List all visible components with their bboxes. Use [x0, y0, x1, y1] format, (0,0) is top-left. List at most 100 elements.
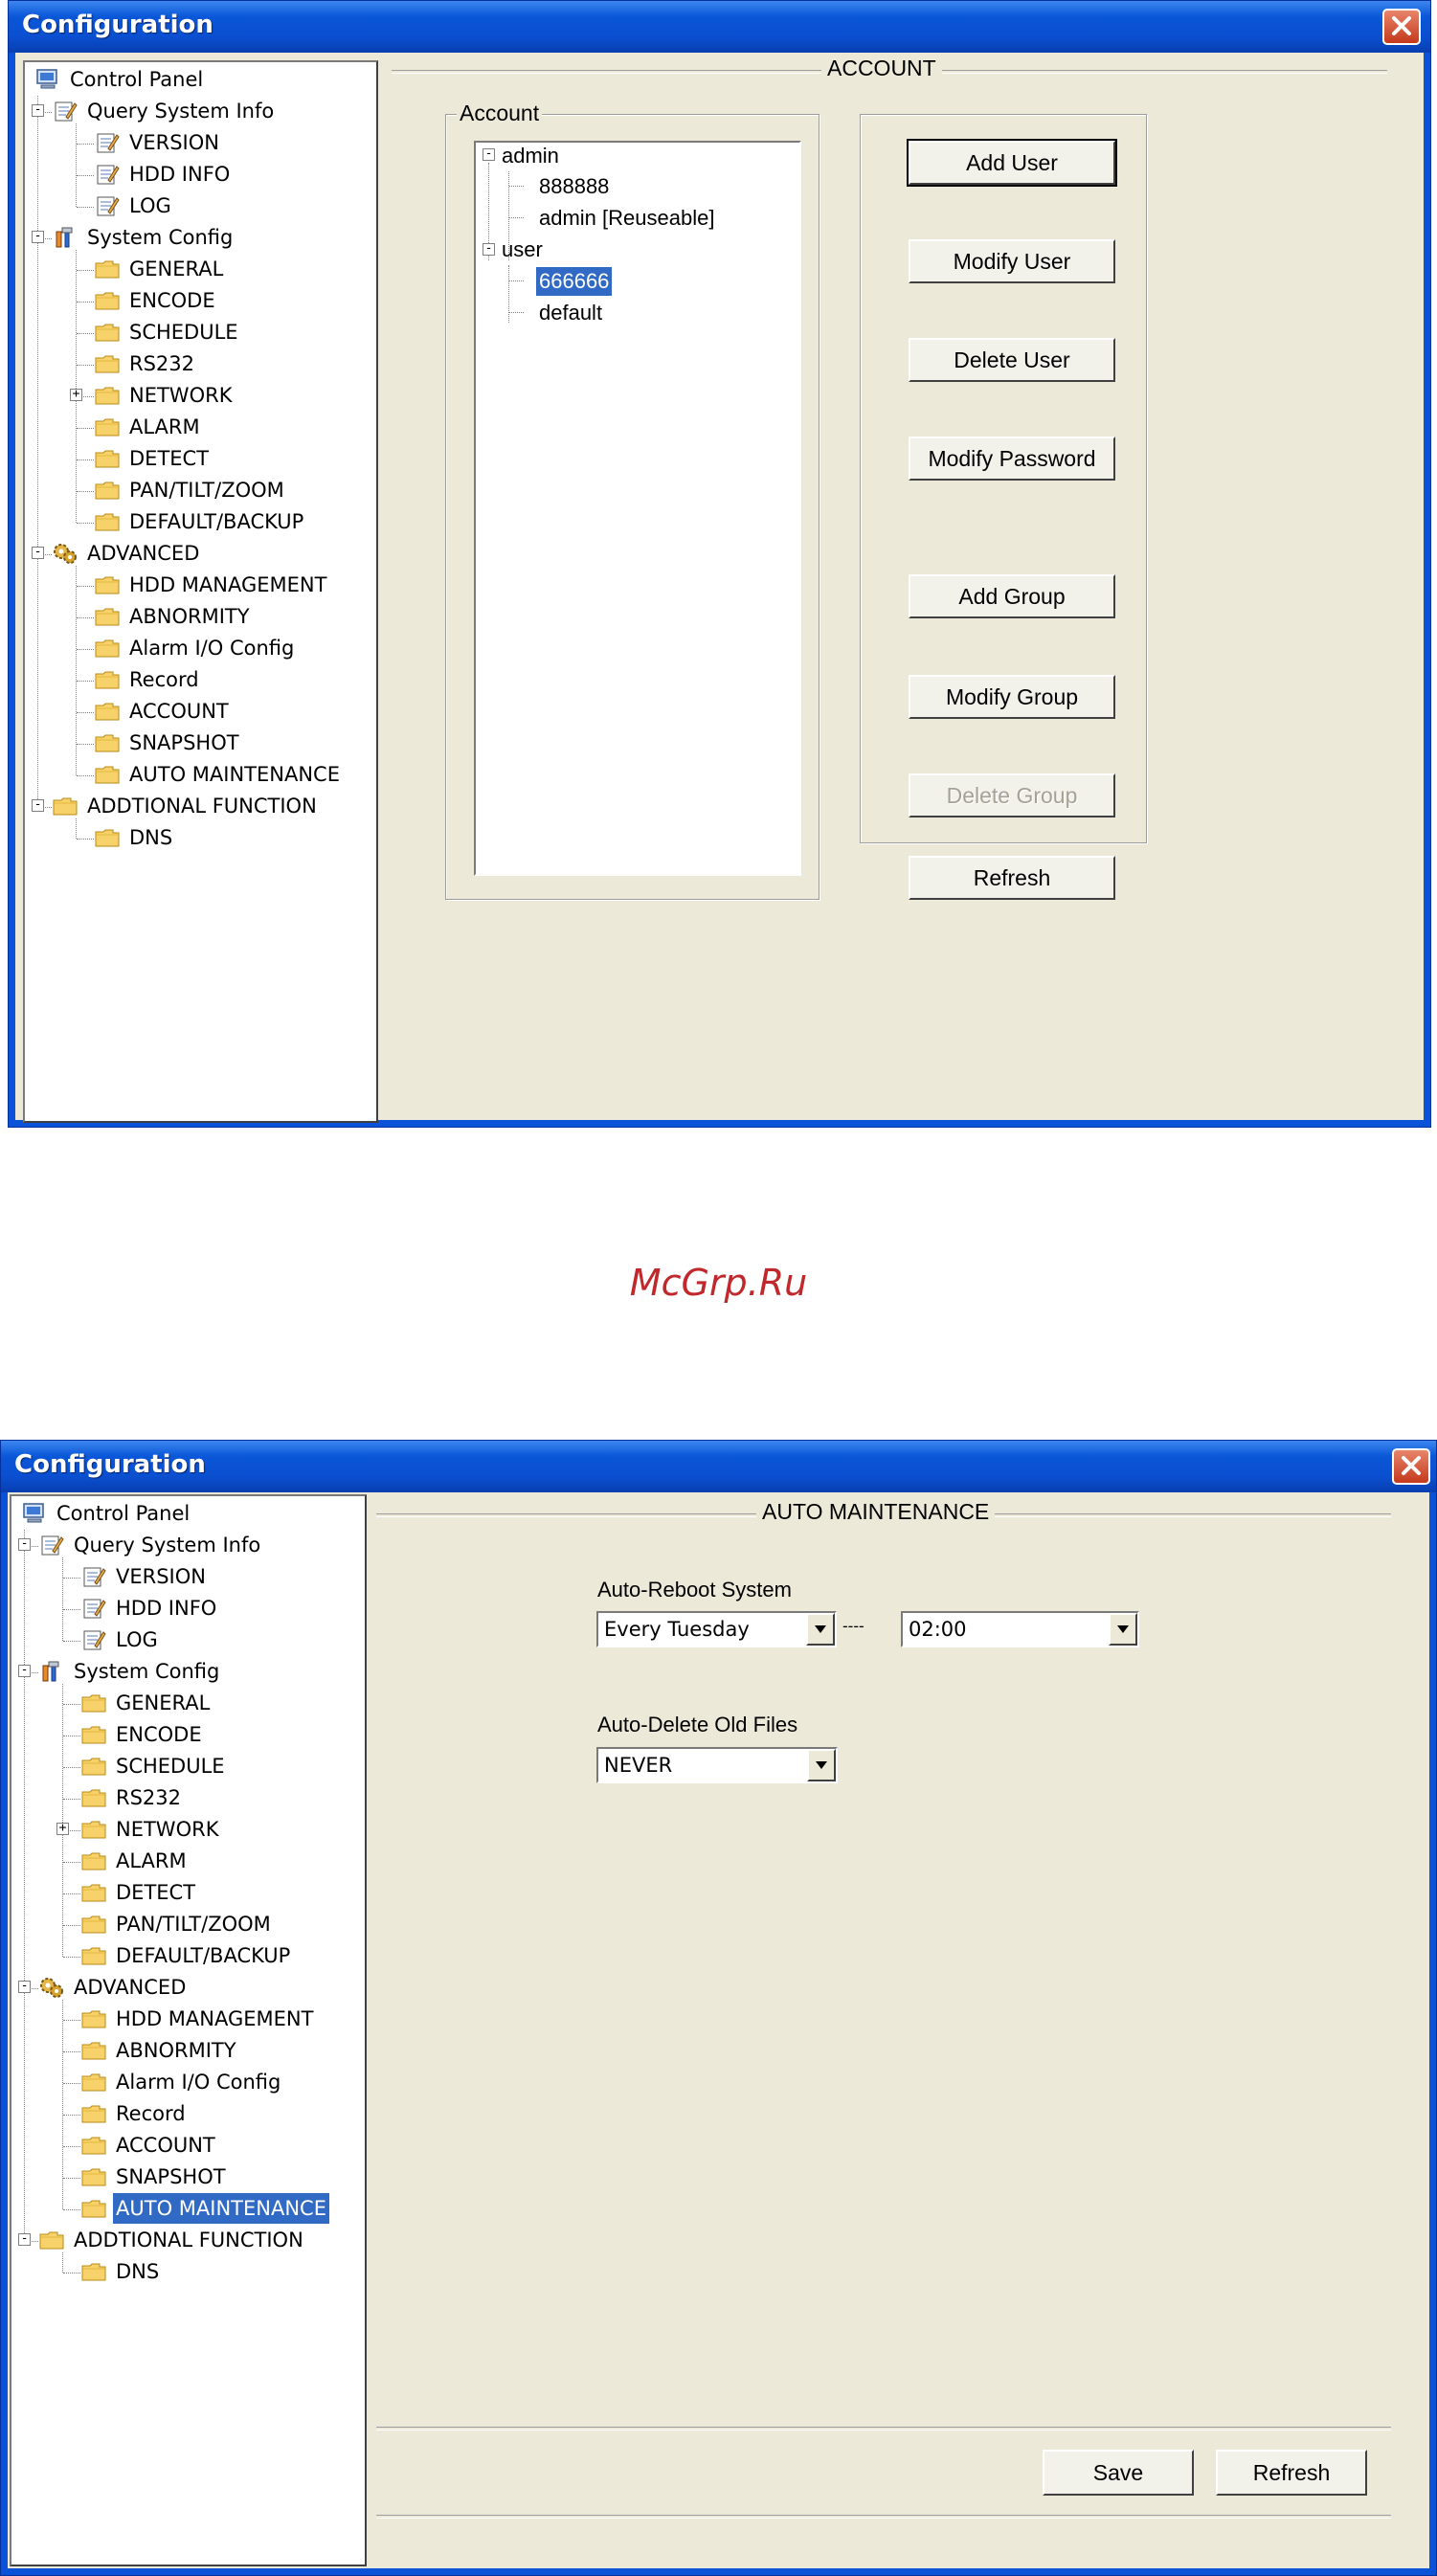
title-bar[interactable]: Configuration [1, 1441, 1436, 1492]
notepad-icon [52, 100, 79, 123]
folder-icon [94, 605, 121, 628]
delete-user-button[interactable]: Delete User [909, 338, 1115, 382]
tree-item-label: AUTO MAINTENANCE [113, 2193, 329, 2224]
modify-password-button[interactable]: Modify Password [909, 437, 1115, 481]
account-admin-reuseable[interactable]: admin [Reuseable] [536, 204, 717, 233]
account-666666-selected[interactable]: 666666 [536, 267, 613, 296]
refresh-button[interactable]: Refresh [1216, 2450, 1367, 2496]
folder-icon [94, 668, 121, 691]
close-icon [1392, 16, 1411, 35]
folder-icon [80, 2071, 107, 2094]
tree-item-label: HDD MANAGEMENT [129, 573, 327, 596]
gears-icon [38, 1976, 65, 1999]
chevron-down-icon[interactable] [1109, 1613, 1137, 1646]
account-tree[interactable]: - admin 888888 admin [Reuseable] - user … [474, 141, 801, 876]
modify-group-button[interactable]: Modify Group [909, 675, 1115, 719]
tree-item-label: ENCODE [129, 289, 215, 312]
collapse-icon[interactable]: - [32, 546, 44, 559]
collapse-admin-icon[interactable]: - [483, 147, 495, 161]
title-bar[interactable]: Configuration [9, 1, 1430, 53]
reboot-time-value: 02:00 [909, 1618, 967, 1641]
refresh-button[interactable]: Refresh [909, 856, 1115, 900]
navigation-tree[interactable]: Control Panel - Query System Info VERSION HD… [23, 60, 378, 1123]
modify-user-button[interactable]: Modify User [909, 239, 1115, 283]
save-button[interactable]: Save [1043, 2450, 1194, 2496]
tree-item-label: GENERAL [116, 1691, 211, 1714]
tree-item-label: ACCOUNT [129, 700, 229, 723]
close-icon [1402, 1456, 1421, 1475]
folder-icon [80, 2134, 107, 2157]
tree-item-label: Control Panel [56, 1502, 191, 1525]
tree-item-label: DNS [116, 2260, 160, 2283]
watermark: McGrp.Ru [629, 1262, 808, 1304]
tree-item-label: SNAPSHOT [116, 2165, 226, 2188]
tree-item-label: ADVANCED [87, 542, 200, 565]
account-group-title: Account [457, 101, 543, 126]
add-user-button[interactable]: Add User [907, 139, 1117, 187]
collapse-icon[interactable]: - [18, 2232, 31, 2246]
tree-item-label: ALARM [116, 1849, 187, 1872]
tree-item-label: System Config [87, 226, 234, 249]
close-button[interactable] [1392, 1448, 1430, 1485]
folder-icon [80, 1723, 107, 1746]
folder-icon [80, 1786, 107, 1809]
chevron-down-icon[interactable] [807, 1749, 836, 1781]
collapse-user-icon[interactable]: - [483, 242, 495, 256]
folder-icon [80, 2102, 107, 2125]
folder-icon [94, 700, 121, 723]
window-title: Configuration [14, 1450, 206, 1479]
add-group-button[interactable]: Add Group [909, 574, 1115, 618]
folder-icon [80, 1691, 107, 1714]
tree-item-label: DEFAULT/BACKUP [129, 510, 304, 533]
close-button[interactable] [1382, 9, 1421, 45]
reboot-time-select[interactable]: 02:00 [901, 1611, 1139, 1647]
tree-item-label: DNS [129, 826, 173, 849]
chevron-down-icon[interactable] [806, 1613, 835, 1646]
collapse-icon[interactable]: - [32, 103, 44, 117]
account-888888[interactable]: 888888 [536, 172, 612, 201]
tree-item-label: DEFAULT/BACKUP [116, 1944, 291, 1967]
folder-icon [80, 1755, 107, 1778]
computer-icon [21, 1502, 48, 1525]
folder-icon [94, 289, 121, 312]
tree-item-label: Record [116, 2102, 186, 2125]
tree-item-label: LOG [129, 194, 171, 217]
tree-item-label: SCHEDULE [116, 1755, 225, 1778]
folder-icon [94, 415, 121, 438]
collapse-icon[interactable]: - [32, 230, 44, 243]
folder-icon [80, 1944, 107, 1967]
folder-icon [94, 447, 121, 470]
tree-item-label: AUTO MAINTENANCE [129, 763, 340, 786]
collapse-icon[interactable]: - [32, 798, 44, 812]
folder-icon [94, 637, 121, 660]
navigation-tree[interactable]: Control Panel - Query System Info VERSION HD… [10, 1494, 367, 2566]
folder-icon [52, 795, 79, 818]
folder-icon [80, 2197, 107, 2220]
folder-icon [80, 2039, 107, 2062]
expand-icon[interactable]: + [56, 1822, 69, 1835]
reboot-day-select[interactable]: Every Tuesday [596, 1611, 837, 1647]
folder-icon [80, 1913, 107, 1936]
account-admin[interactable]: admin [499, 142, 562, 170]
section-title: ACCOUNT [821, 56, 942, 81]
collapse-icon[interactable]: - [18, 1664, 31, 1677]
window-client: Control Panel - Query System Info VERSION HD… [8, 1492, 1429, 2568]
tree-item-label: Alarm I/O Config [129, 637, 295, 660]
configuration-window-maintenance: Configuration Control Panel - Query System… [0, 1440, 1437, 2576]
folder-icon [94, 321, 121, 344]
account-default[interactable]: default [536, 299, 605, 327]
account-user[interactable]: user [499, 235, 546, 264]
collapse-icon[interactable]: - [18, 1980, 31, 1993]
expand-icon[interactable]: + [70, 388, 82, 401]
collapse-icon[interactable]: - [18, 1537, 31, 1551]
tree-item-label: ABNORMITY [129, 605, 250, 628]
folder-icon [94, 573, 121, 596]
tree-item-label: ADDTIONAL FUNCTION [74, 2229, 303, 2251]
notepad-icon [94, 131, 121, 154]
auto-delete-select[interactable]: NEVER [596, 1747, 838, 1783]
reboot-day-value: Every Tuesday [604, 1618, 750, 1641]
folder-icon [38, 2229, 65, 2251]
configuration-window-account: Configuration Control Panel - Query System… [8, 0, 1431, 1128]
tree-item-label: ADVANCED [74, 1976, 187, 1999]
auto-delete-label: Auto-Delete Old Files [597, 1713, 798, 1736]
